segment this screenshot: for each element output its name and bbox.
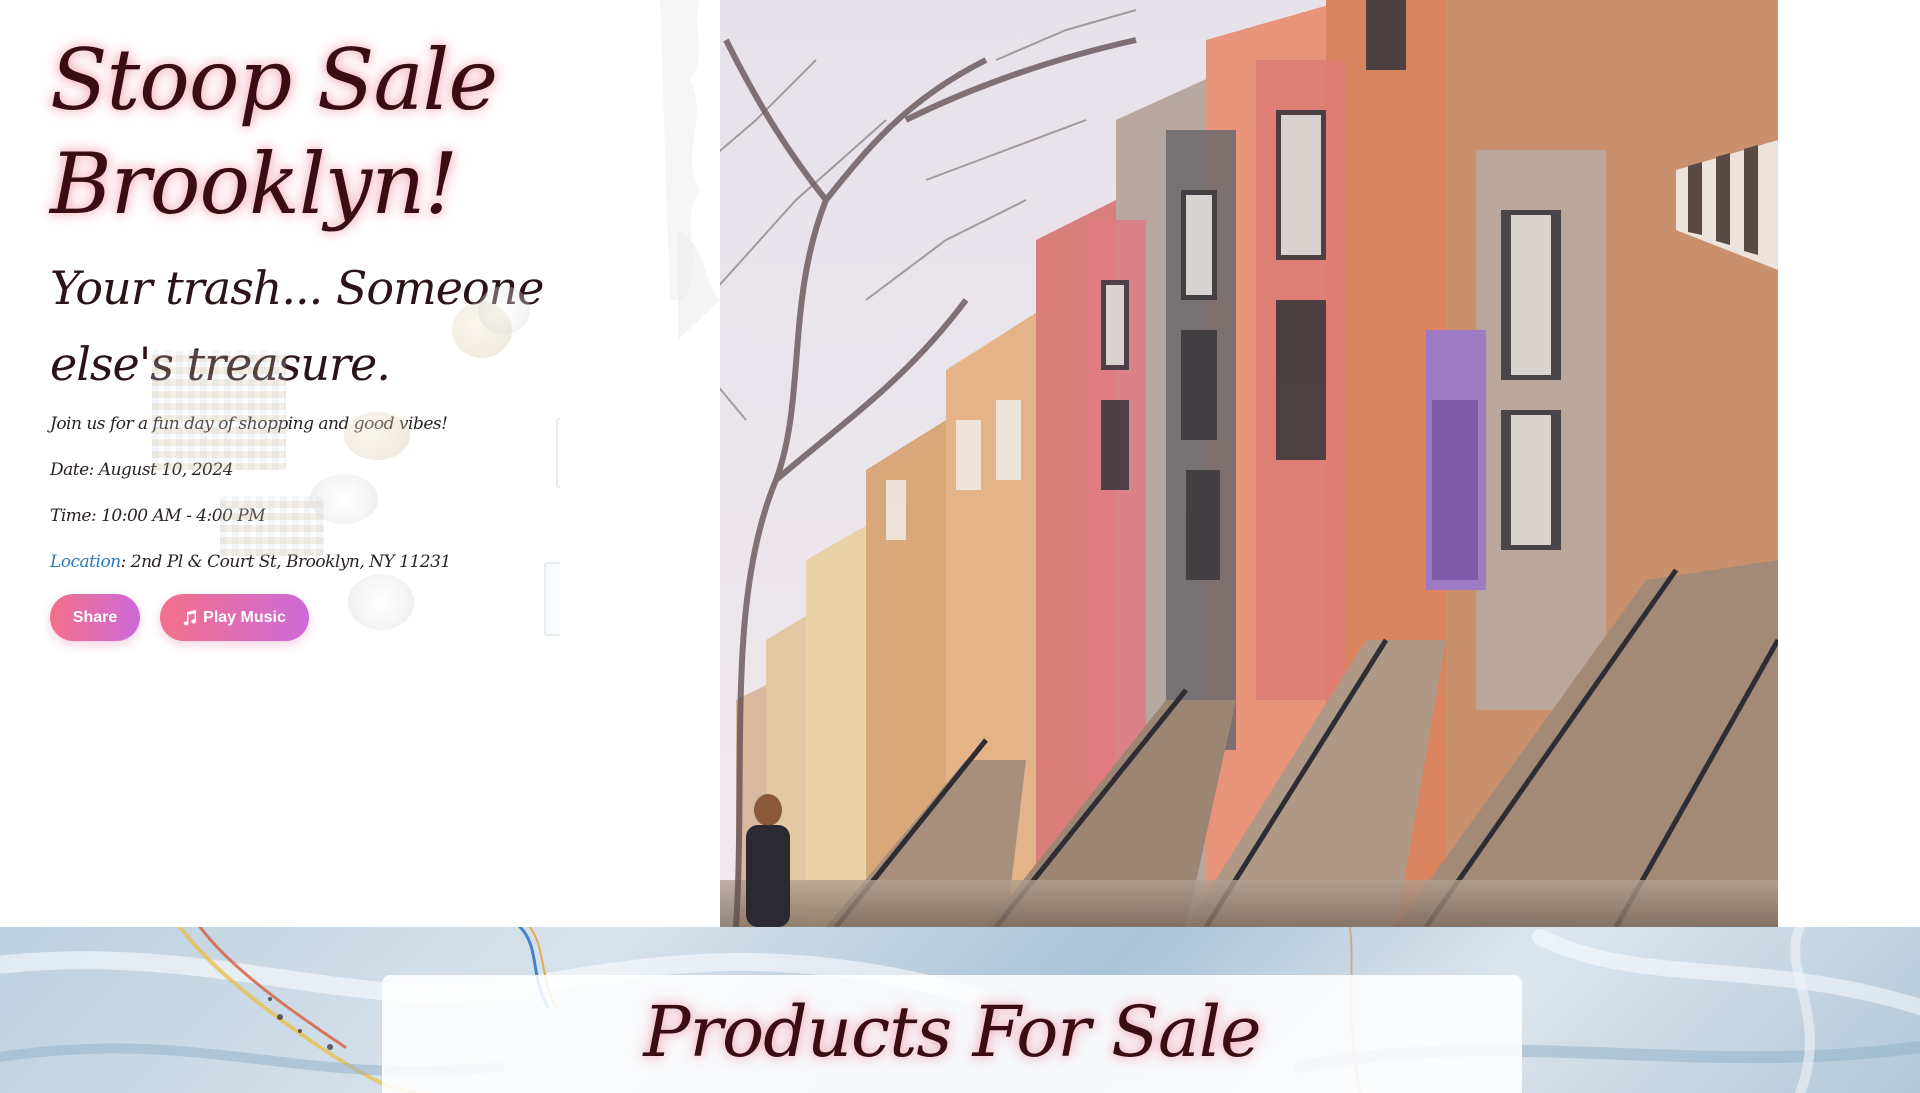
page: Stoop Sale Brooklyn! Your trash... Someo… [0, 0, 1920, 1093]
decorative-furniture [574, 290, 646, 364]
decorative-cow-pattern [310, 474, 378, 524]
decorative-dish [344, 412, 410, 460]
decorative-tile-pattern [220, 496, 324, 556]
play-music-button[interactable]: Play Music [160, 594, 309, 641]
products-header-card: Products For Sale [382, 975, 1522, 1093]
decorative-furniture [544, 562, 618, 636]
products-title: Products For Sale [643, 991, 1261, 1073]
play-music-label: Play Music [203, 608, 286, 626]
brownstone-street-image [666, 0, 1778, 927]
decorative-furniture [574, 452, 648, 526]
share-button-label: Share [72, 608, 118, 626]
products-section: Products For Sale [0, 927, 1920, 1093]
share-button[interactable]: Share [50, 594, 140, 641]
decorative-cow-pattern [478, 286, 530, 334]
decorative-cow-pattern [348, 574, 414, 630]
location-link[interactable]: Location [50, 552, 121, 572]
music-note-icon [183, 609, 197, 626]
page-title: Stoop Sale Brooklyn! [50, 31, 498, 233]
decorative-tile-pattern [152, 350, 286, 470]
hero-section: Stoop Sale Brooklyn! Your trash... Someo… [0, 0, 720, 927]
